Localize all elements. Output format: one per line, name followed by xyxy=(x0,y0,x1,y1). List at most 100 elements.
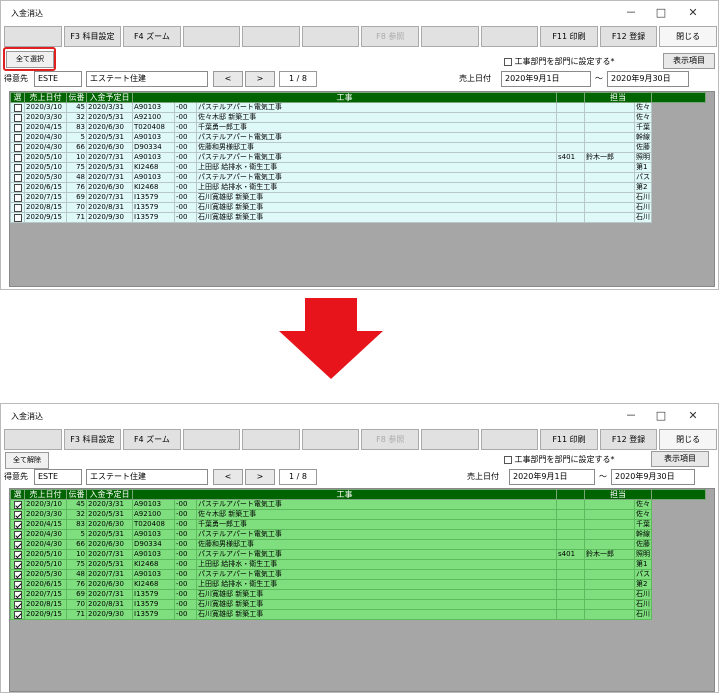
table-row[interactable]: 2020/5/10 75 2020/5/31 KI2468 -00 上田邸 給排水・衛生工… xyxy=(10,162,706,173)
row-select-cell[interactable] xyxy=(10,172,25,183)
next-page-button[interactable]: > xyxy=(245,469,275,485)
row-select-cell[interactable] xyxy=(10,549,25,560)
table-row[interactable]: 2020/4/30 5 2020/5/31 A90103 -00 パステルアパート電気工事… xyxy=(10,529,706,540)
table-row[interactable]: 2020/9/15 71 2020/9/30 I13579 -00 石川寛雄邸 新築工事 石… xyxy=(10,609,706,620)
dept-option[interactable]: 工事部門を部門に設定する* xyxy=(504,452,654,468)
col-select[interactable]: 選 xyxy=(10,92,25,103)
row-checkbox[interactable] xyxy=(13,143,22,152)
row-checkbox[interactable] xyxy=(13,173,22,182)
table-row[interactable]: 2020/8/15 70 2020/8/31 I13579 -00 石川寛雄邸 新築工事 石… xyxy=(10,599,706,610)
col-slip-no[interactable]: 伝番 xyxy=(66,92,87,103)
dept-checkbox[interactable] xyxy=(504,57,512,66)
close-button[interactable]: ✕ xyxy=(683,408,703,424)
row-select-cell[interactable] xyxy=(10,212,25,223)
fkey-9[interactable] xyxy=(421,429,479,450)
col-blank[interactable] xyxy=(556,489,586,500)
row-select-cell[interactable] xyxy=(10,112,25,123)
row-select-cell[interactable] xyxy=(10,182,25,193)
row-checkbox[interactable] xyxy=(13,590,22,599)
row-select-cell[interactable] xyxy=(10,589,25,600)
customer-name-field[interactable]: エステート住建 xyxy=(86,469,208,485)
fkey-f12-register[interactable]: F12 登録 xyxy=(599,429,658,450)
col-slip-no[interactable]: 伝番 xyxy=(66,489,87,500)
fkey-f8-reference[interactable]: F8 参照 xyxy=(361,26,420,47)
table-row[interactable]: 2020/3/10 45 2020/3/31 A90103 -00 パステルアパート電気工… xyxy=(10,499,706,510)
table-row[interactable]: 2020/8/15 70 2020/8/31 I13579 -00 石川寛雄邸 新築工事 石… xyxy=(10,202,706,213)
table-row[interactable]: 2020/3/30 32 2020/5/31 A92100 -00 佐々木邸 新築工事 佐々 xyxy=(10,509,706,520)
row-checkbox[interactable] xyxy=(13,163,22,172)
fkey-9[interactable] xyxy=(421,26,479,47)
maximize-button[interactable]: □ xyxy=(651,5,671,21)
minimize-button[interactable]: － xyxy=(621,5,641,21)
fkey-f4-zoom[interactable]: F4 ズーム xyxy=(123,26,181,47)
row-select-cell[interactable] xyxy=(10,579,25,590)
row-select-cell[interactable] xyxy=(10,559,25,570)
table-row[interactable]: 2020/4/15 83 2020/6/30 T020408 -00 千葉勇一郎工事 千葉 xyxy=(10,122,706,133)
fkey-7[interactable] xyxy=(301,429,360,450)
row-select-cell[interactable] xyxy=(10,102,25,113)
sales-date-from-field[interactable]: 2020年9月1日 xyxy=(509,469,595,485)
sales-date-to-field[interactable]: 2020年9月30日 xyxy=(607,71,689,87)
fkey-5[interactable] xyxy=(182,429,241,450)
table-row[interactable]: 2020/5/30 48 2020/7/31 A90103 -00 パステルアパート電気工… xyxy=(10,569,706,580)
table-row[interactable]: 2020/4/30 66 2020/6/30 D90334 -00 佐藤和男様邸工事 佐藤 xyxy=(10,142,706,153)
row-checkbox[interactable] xyxy=(13,153,22,162)
fkey-f4-zoom[interactable]: F4 ズーム xyxy=(123,429,181,450)
display-items-button[interactable]: 表示項目 xyxy=(663,53,715,69)
row-select-cell[interactable] xyxy=(10,509,25,520)
prev-page-button[interactable]: < xyxy=(213,469,243,485)
fkey-1[interactable] xyxy=(4,429,62,450)
row-select-cell[interactable] xyxy=(10,569,25,580)
row-select-cell[interactable] xyxy=(10,142,25,153)
row-select-cell[interactable] xyxy=(10,162,25,173)
fkey-1[interactable] xyxy=(4,26,62,47)
col-due-date[interactable]: 入金予定日 xyxy=(86,92,133,103)
col-extra[interactable] xyxy=(651,92,706,103)
close-form-button[interactable]: 閉じる xyxy=(659,429,717,450)
table-row[interactable]: 2020/9/15 71 2020/9/30 I13579 -00 石川寛雄邸 新築工事 石… xyxy=(10,212,706,223)
row-checkbox[interactable] xyxy=(13,183,22,192)
row-checkbox[interactable] xyxy=(13,213,22,222)
maximize-button[interactable]: □ xyxy=(651,408,671,424)
sales-date-from-field[interactable]: 2020年9月1日 xyxy=(501,71,591,87)
minimize-button[interactable]: － xyxy=(621,408,641,424)
fkey-f3-subject-settings[interactable]: F3 科目設定 xyxy=(63,429,122,450)
dept-option[interactable]: 工事部門を部門に設定する* xyxy=(504,54,654,70)
table-row[interactable]: 2020/3/30 32 2020/5/31 A92100 -00 佐々木邸 新築工事 佐々 xyxy=(10,112,706,123)
col-sales-date[interactable]: 売上日付 xyxy=(24,92,67,103)
table-row[interactable]: 2020/4/15 83 2020/6/30 T020408 -00 千葉勇一郎工事 千葉 xyxy=(10,519,706,530)
prev-page-button[interactable]: < xyxy=(213,71,243,87)
fkey-10[interactable] xyxy=(480,429,539,450)
row-select-cell[interactable] xyxy=(10,192,25,203)
col-work[interactable]: 工事 xyxy=(131,489,558,500)
row-checkbox[interactable] xyxy=(13,133,22,142)
col-select[interactable]: 選 xyxy=(10,489,25,500)
row-checkbox[interactable] xyxy=(13,610,22,619)
row-checkbox[interactable] xyxy=(13,520,22,529)
fkey-f8-reference[interactable]: F8 参照 xyxy=(361,429,420,450)
row-checkbox[interactable] xyxy=(13,103,22,112)
table-row[interactable]: 2020/7/15 69 2020/7/31 I13579 -00 石川寛雄邸 新築工事 石… xyxy=(10,192,706,203)
row-checkbox[interactable] xyxy=(13,530,22,539)
fkey-6[interactable] xyxy=(242,26,300,47)
table-row[interactable]: 2020/5/10 10 2020/7/31 A90103 -00 パステルアパート電気工… xyxy=(10,549,706,560)
next-page-button[interactable]: > xyxy=(245,71,275,87)
table-row[interactable]: 2020/5/10 75 2020/5/31 KI2468 -00 上田邸 給排水・衛生工… xyxy=(10,559,706,570)
customer-code-field[interactable]: ESTE xyxy=(34,469,82,485)
row-checkbox[interactable] xyxy=(13,193,22,202)
row-checkbox[interactable] xyxy=(13,540,22,549)
close-button[interactable]: ✕ xyxy=(683,5,703,21)
customer-name-field[interactable]: エステート住建 xyxy=(86,71,208,87)
row-checkbox[interactable] xyxy=(13,560,22,569)
fkey-f11-print[interactable]: F11 印刷 xyxy=(540,26,598,47)
row-checkbox[interactable] xyxy=(13,600,22,609)
table-row[interactable]: 2020/5/30 48 2020/7/31 A90103 -00 パステルアパート電気工… xyxy=(10,172,706,183)
select-all-button[interactable]: 全て選択 xyxy=(6,51,54,68)
row-select-cell[interactable] xyxy=(10,529,25,540)
close-form-button[interactable]: 閉じる xyxy=(659,26,717,47)
table-row[interactable]: 2020/6/15 76 2020/6/30 KI2468 -00 上田邸 給排水・衛生工… xyxy=(10,182,706,193)
fkey-f11-print[interactable]: F11 印刷 xyxy=(540,429,598,450)
row-checkbox[interactable] xyxy=(13,550,22,559)
row-checkbox[interactable] xyxy=(13,570,22,579)
display-items-button[interactable]: 表示項目 xyxy=(651,451,709,467)
